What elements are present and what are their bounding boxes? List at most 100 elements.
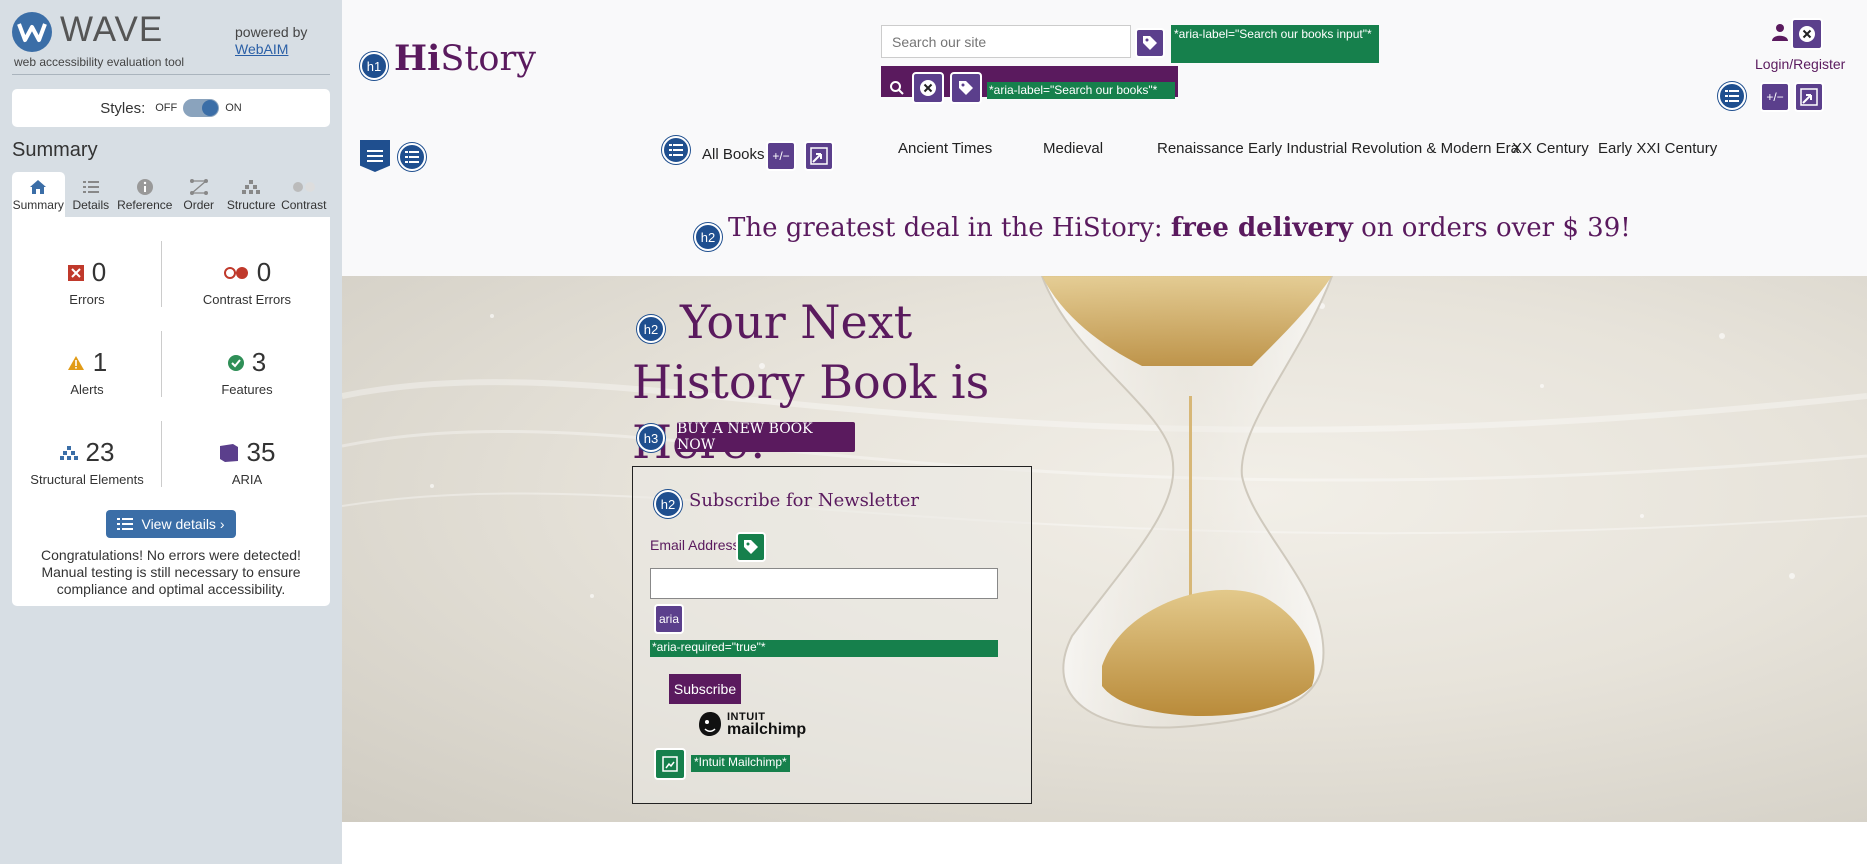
view-details-label: View details ›: [141, 516, 225, 532]
alert-icon: [67, 355, 84, 370]
tab-reference[interactable]: Reference: [117, 172, 172, 217]
info-icon: [117, 176, 172, 198]
nav-item-medieval[interactable]: Medieval: [1043, 140, 1103, 157]
contrast-icon: [278, 176, 331, 198]
aria-label-search-books: *aria-label="Search our books"*: [987, 82, 1175, 99]
nav-item-industrial[interactable]: Early Industrial Revolution & Modern Era: [1248, 140, 1519, 157]
search-input[interactable]: [881, 25, 1131, 58]
wave-subtitle: web accessibility evaluation tool: [14, 55, 185, 69]
errors-label: Errors: [69, 292, 105, 307]
aria-stat[interactable]: 35 ARIA: [172, 437, 322, 487]
mailchimp-bottom: mailchimp: [727, 721, 807, 738]
toggle-knob: [202, 100, 219, 116]
contrast-errors-count: 0: [256, 257, 272, 287]
user-icon[interactable]: [1771, 23, 1789, 45]
label-tag-icon: [950, 72, 982, 104]
aria-count: 35: [246, 437, 276, 467]
styles-toggle[interactable]: [183, 99, 220, 117]
summary-heading: Summary: [12, 139, 98, 161]
powered-by-text: powered by: [235, 24, 308, 40]
promo-bold: free delivery: [1170, 213, 1353, 243]
structure-icon: [225, 176, 278, 198]
tab-details[interactable]: Details: [65, 172, 118, 217]
promo-heading: The greatest deal in the HiStory: free d…: [728, 213, 1728, 243]
close-icon: [912, 72, 944, 104]
linked-image-icon: [654, 748, 686, 780]
logo-bold: Hi: [394, 38, 441, 79]
wave-tabs: Summary Details Reference Order Structur…: [12, 172, 330, 217]
divider: [12, 74, 330, 75]
aria-label: ARIA: [231, 472, 263, 487]
tab-label: Details: [72, 198, 110, 212]
h3-tag-icon: h3: [637, 424, 665, 452]
structural-count: 23: [85, 437, 115, 467]
h1-tag-icon: h1: [360, 52, 388, 80]
nav-item-ancient-times[interactable]: Ancient Times: [898, 140, 992, 157]
list-icon: [65, 176, 118, 198]
webaim-link[interactable]: WebAIM: [235, 41, 288, 57]
contrast-errors-label: Contrast Errors: [202, 292, 292, 307]
errors-stat[interactable]: 0 Errors: [12, 257, 162, 307]
nav-item-xx-century[interactable]: XX Century: [1512, 140, 1589, 157]
hourglass-image: [1040, 276, 1334, 729]
tab-contrast[interactable]: Contrast: [278, 172, 331, 217]
site-logo[interactable]: HiStory: [394, 38, 536, 79]
tab-structure[interactable]: Structure: [225, 172, 278, 217]
alerts-count: 1: [92, 347, 108, 377]
list-icon: [117, 518, 134, 530]
aria-icon: [219, 443, 238, 462]
nav-all-books[interactable]: All Books: [702, 146, 765, 163]
view-details-button[interactable]: View details ›: [106, 510, 236, 538]
features-count: 3: [251, 347, 267, 377]
expand-collapse-icon: +/−: [1760, 82, 1790, 112]
nav-item-xxi-century[interactable]: Early XXI Century: [1598, 140, 1717, 157]
email-label: Email Address: [650, 537, 740, 553]
tab-order[interactable]: Order: [172, 172, 225, 217]
structural-stat[interactable]: 23 Structural Elements: [12, 437, 162, 487]
tab-label: Reference: [117, 198, 173, 212]
close-icon: [1791, 18, 1823, 50]
login-register-link[interactable]: Login/Register: [1755, 56, 1845, 72]
logo-rest: Story: [440, 39, 536, 79]
features-label: Features: [221, 382, 273, 397]
contrast-error-icon: [223, 266, 248, 279]
newsletter-form: [632, 466, 1032, 804]
mailchimp-alt-label: *Intuit Mailchimp*: [691, 755, 790, 772]
h2-tag-icon: h2: [694, 223, 722, 251]
email-field[interactable]: [650, 568, 998, 599]
search-icon[interactable]: [889, 80, 905, 100]
feature-icon: [227, 354, 244, 371]
styles-label: Styles:: [100, 99, 146, 117]
popup-icon: [804, 141, 834, 171]
aria-label-search-input: *aria-label="Search our books input"*: [1171, 25, 1379, 63]
h2-tag-icon: h2: [654, 490, 682, 518]
tab-label: Contrast: [281, 198, 327, 212]
wave-sidebar: WAVE web accessibility evaluation tool p…: [0, 0, 342, 864]
popup-icon: [1794, 82, 1824, 112]
wave-title: WAVE: [60, 10, 164, 49]
congrats-message: Congratulations! No errors were detected…: [41, 547, 301, 597]
structural-label: Structural Elements: [30, 472, 144, 487]
mailchimp-icon: [699, 712, 721, 736]
label-tag-icon: [1135, 28, 1165, 58]
subscribe-button[interactable]: Subscribe: [669, 674, 741, 704]
label-tag-icon: [736, 532, 766, 562]
expand-collapse-icon: +/−: [766, 141, 796, 171]
buy-book-button[interactable]: BUY A NEW BOOK NOW: [677, 421, 855, 453]
aria-required-label: *aria-required="true"*: [650, 640, 998, 657]
nav-item-renaissance[interactable]: Renaissance: [1157, 140, 1244, 157]
contrast-errors-stat[interactable]: 0 Contrast Errors: [172, 257, 322, 307]
navigation-landmark-icon: [360, 140, 390, 172]
structure-icon: [59, 445, 78, 460]
tab-label: Order: [183, 198, 215, 212]
tab-label: Summary: [12, 198, 64, 212]
site-canvas: h1 HiStory *aria-label="Search our books…: [342, 0, 1867, 864]
aria-badge-icon: aria: [654, 604, 684, 634]
wave-logo-icon: [12, 12, 52, 52]
styles-off-label: OFF: [155, 102, 178, 114]
alerts-stat[interactable]: 1 Alerts: [12, 347, 162, 397]
list-icon: [398, 143, 426, 171]
newsletter-title: Subscribe for Newsletter: [689, 490, 920, 511]
tab-summary[interactable]: Summary: [12, 172, 65, 217]
features-stat[interactable]: 3 Features: [172, 347, 322, 397]
